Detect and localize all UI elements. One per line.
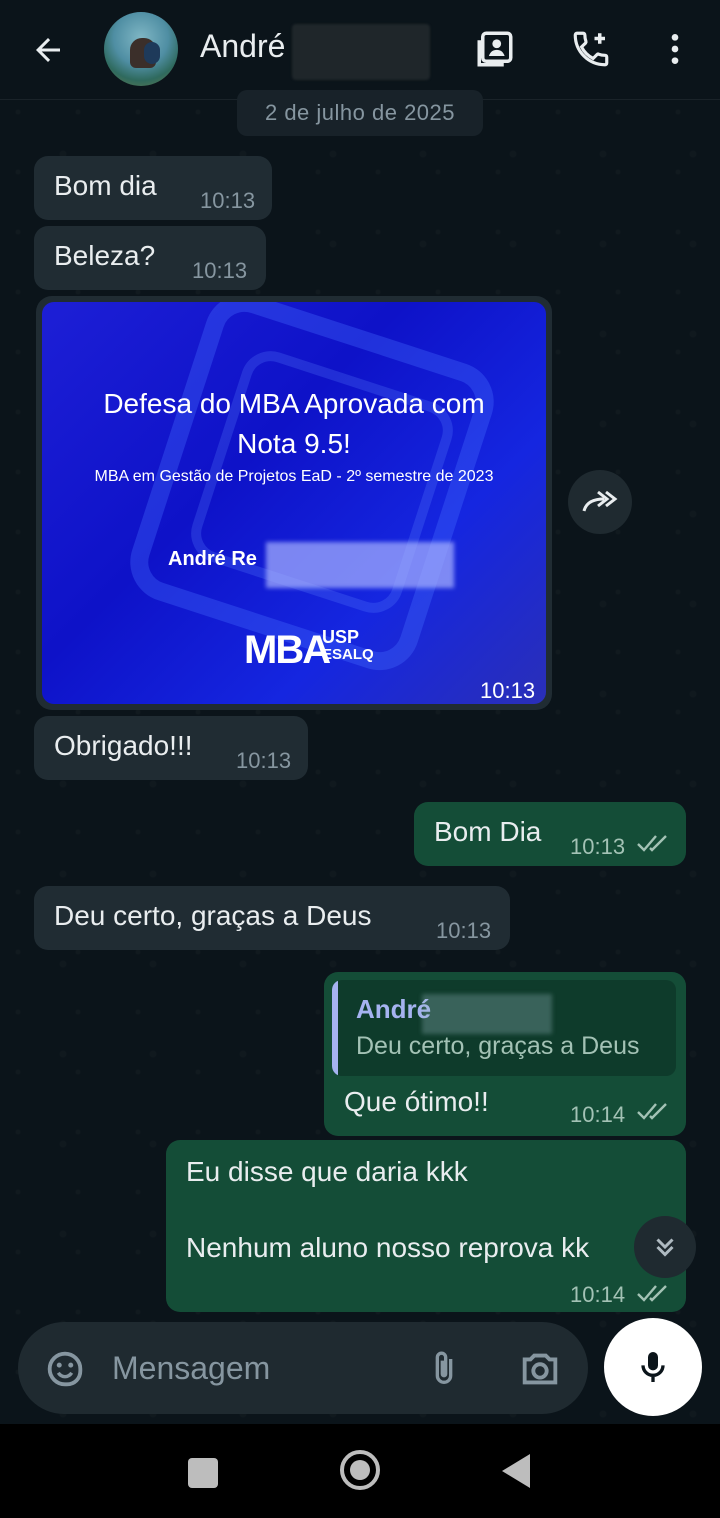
sticker-icon[interactable] — [42, 1346, 88, 1392]
message-time: 10:14 — [570, 1282, 626, 1307]
reply-author: André — [356, 994, 432, 1024]
message-incoming[interactable]: Deu certo, graças a Deus 10:13 — [34, 886, 510, 950]
reply-text: Deu certo, graças a Deus — [356, 1032, 640, 1060]
reply-quote[interactable]: André Deu certo, graças a Deus — [332, 980, 676, 1076]
system-back-button[interactable] — [502, 1454, 530, 1488]
message-time: 10:13 — [436, 918, 492, 943]
contact-avatar[interactable] — [104, 12, 178, 86]
message-time: 10:13 — [200, 188, 256, 213]
usp-logo: USP ESALQ — [322, 627, 374, 663]
forward-button[interactable] — [568, 470, 632, 534]
more-vert-icon — [671, 34, 679, 64]
double-check-icon — [637, 835, 667, 852]
message-composer — [18, 1322, 588, 1414]
message-text: Que ótimo!! — [344, 1086, 489, 1117]
message-outgoing[interactable]: Bom Dia 10:13 — [414, 802, 686, 866]
message-text: Bom dia — [54, 170, 157, 201]
message-time: 10:13 — [192, 258, 248, 283]
message-incoming[interactable]: Bom dia 10:13 — [34, 156, 272, 220]
image-student-name: André Re — [168, 548, 257, 570]
message-text-line1: Eu disse que daria kkk — [186, 1156, 468, 1187]
microphone-icon — [641, 1352, 665, 1382]
message-time: 10:13 — [570, 834, 626, 859]
add-call-icon — [573, 31, 609, 67]
paperclip-icon[interactable] — [424, 1346, 464, 1392]
image-message[interactable]: Defesa do MBA Aprovada com Nota 9.5! MBA… — [36, 296, 552, 710]
message-input[interactable] — [112, 1342, 392, 1394]
chat-area[interactable]: 2 de julho de 2025 Bom dia 10:13 Beleza?… — [0, 90, 720, 1420]
chevron-double-down-icon — [656, 1238, 674, 1257]
contact-card-icon — [477, 31, 513, 67]
scroll-to-bottom-button[interactable] — [634, 1216, 696, 1278]
message-time: 10:13 — [236, 748, 292, 773]
message-incoming[interactable]: Beleza? 10:13 — [34, 226, 266, 290]
message-text: Obrigado!!! — [54, 730, 193, 761]
message-outgoing[interactable]: Eu disse que daria kkk Nenhum aluno noss… — [166, 1140, 686, 1312]
image-subtitle: MBA em Gestão de Projetos EaD - 2º semes… — [94, 468, 494, 485]
redacted-surname — [422, 994, 552, 1034]
arrow-left-icon — [36, 38, 60, 62]
double-check-icon — [637, 1103, 667, 1120]
contact-card-button[interactable] — [472, 26, 518, 72]
message-text: Deu certo, graças a Deus — [54, 900, 372, 931]
redacted-name — [266, 542, 454, 588]
image-title: Defesa do MBA Aprovada com Nota 9.5! — [103, 388, 485, 459]
mba-logo: MBA — [244, 628, 331, 672]
system-navigation-bar — [0, 1424, 720, 1518]
contact-name[interactable]: André — [200, 28, 285, 65]
redacted-surname — [292, 24, 430, 80]
back-button[interactable] — [26, 28, 70, 72]
date-chip: 2 de julho de 2025 — [237, 90, 483, 136]
home-button[interactable] — [340, 1450, 380, 1490]
shared-image[interactable]: Defesa do MBA Aprovada com Nota 9.5! MBA… — [42, 302, 546, 704]
add-call-button[interactable] — [568, 26, 614, 72]
message-outgoing-reply[interactable]: André Deu certo, graças a Deus Que ótimo… — [324, 972, 686, 1136]
forward-icon — [582, 490, 618, 512]
message-text: Bom Dia — [434, 816, 542, 847]
voice-message-button[interactable] — [604, 1318, 702, 1416]
message-time: 10:14 — [570, 1102, 626, 1127]
chat-header: André — [0, 0, 720, 100]
double-check-icon — [637, 1285, 667, 1302]
message-text: Beleza? — [54, 240, 156, 271]
camera-icon[interactable] — [516, 1346, 564, 1392]
message-incoming[interactable]: Obrigado!!! 10:13 — [34, 716, 308, 780]
message-time: 10:13 — [480, 678, 536, 703]
more-options-button[interactable] — [652, 26, 698, 72]
recent-apps-button[interactable] — [188, 1458, 218, 1488]
message-text-line2: Nenhum aluno nosso reprova kk — [186, 1232, 590, 1263]
